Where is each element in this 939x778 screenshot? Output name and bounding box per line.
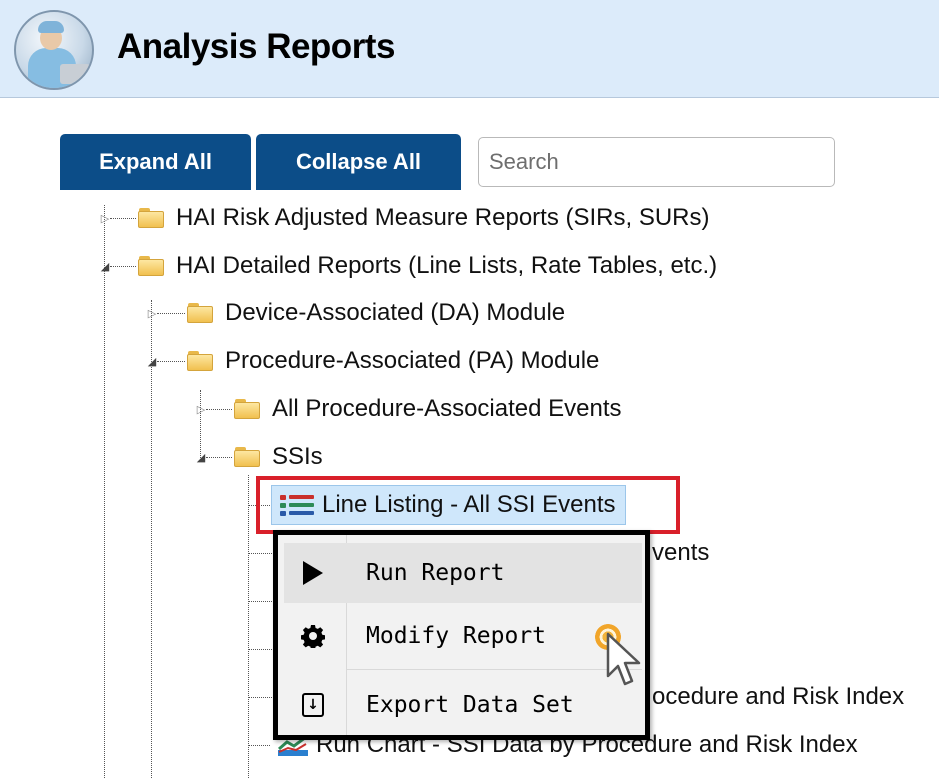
highlight-box [256,476,680,534]
tree-connector [248,601,272,602]
folder-icon [138,256,164,276]
collapse-all-button[interactable]: Collapse All [256,134,461,190]
tree-node-hai-risk-adjusted[interactable]: ▷ HAI Risk Adjusted Measure Reports (SIR… [98,201,710,235]
tree-node-label: vents [652,539,710,566]
tree-connector [248,553,272,554]
menu-item-label: Modify Report [366,623,547,649]
tree-connector [248,649,272,650]
mouse-cursor-icon [606,632,641,686]
collapse-toggle-icon[interactable]: ◢ [145,354,159,368]
tree-node-label: All Procedure-Associated Events [272,395,622,422]
menu-item-run-report[interactable]: Run Report [284,543,642,603]
expand-all-button[interactable]: Expand All [60,134,251,190]
folder-icon [138,208,164,228]
tree-connector [104,205,105,778]
tree-node-hai-detailed[interactable]: ◢ HAI Detailed Reports (Line Lists, Rate… [98,249,717,283]
tree-node-procedure-associated[interactable]: ◢ Procedure-Associated (PA) Module [145,344,600,378]
expand-toggle-icon[interactable]: ▷ [145,306,159,320]
tree-node-all-procedure-events[interactable]: ▷ All Procedure-Associated Events [194,392,622,426]
menu-divider [346,669,642,670]
search-input[interactable] [478,137,835,187]
folder-icon [187,303,213,323]
tree-node-partial[interactable]: ocedure and Risk Index [652,680,904,714]
expand-toggle-icon[interactable]: ▷ [194,402,208,416]
menu-item-label: Run Report [366,560,505,586]
folder-icon [187,351,213,371]
menu-item-modify-report[interactable]: Modify Report [284,606,642,666]
page-title: Analysis Reports [117,27,395,66]
gear-icon [284,624,342,648]
page-header: Analysis Reports [0,0,939,98]
tree-node-label: Device-Associated (DA) Module [225,299,566,326]
expand-toggle-icon[interactable]: ▷ [98,211,112,225]
tree-node-label: ocedure and Risk Index [652,683,905,710]
tree-node-ssis[interactable]: ◢ SSIs [194,440,323,474]
folder-icon [234,399,260,419]
folder-icon [234,447,260,467]
tree-node-device-associated[interactable]: ▷ Device-Associated (DA) Module [145,296,565,330]
analysis-logo-icon [14,10,94,90]
tree-connector [248,697,272,698]
export-icon: ↓ [284,693,342,717]
play-icon [284,561,342,585]
tree-node-label: HAI Risk Adjusted Measure Reports (SIRs,… [176,204,710,231]
collapse-toggle-icon[interactable]: ◢ [98,259,112,273]
tree-node-label: HAI Detailed Reports (Line Lists, Rate T… [176,252,718,279]
tree-node-label: Procedure-Associated (PA) Module [225,347,600,374]
tree-node-label: SSIs [272,443,323,470]
tree-connector [248,745,270,746]
context-menu: Run Report Modify Report ↓ Export Data S… [273,530,650,740]
tree-node-partial[interactable]: vents [652,536,709,570]
collapse-toggle-icon[interactable]: ◢ [194,450,208,464]
menu-item-label: Export Data Set [366,692,574,718]
tree-connector [248,475,249,778]
menu-item-export-data-set[interactable]: ↓ Export Data Set [284,675,642,735]
